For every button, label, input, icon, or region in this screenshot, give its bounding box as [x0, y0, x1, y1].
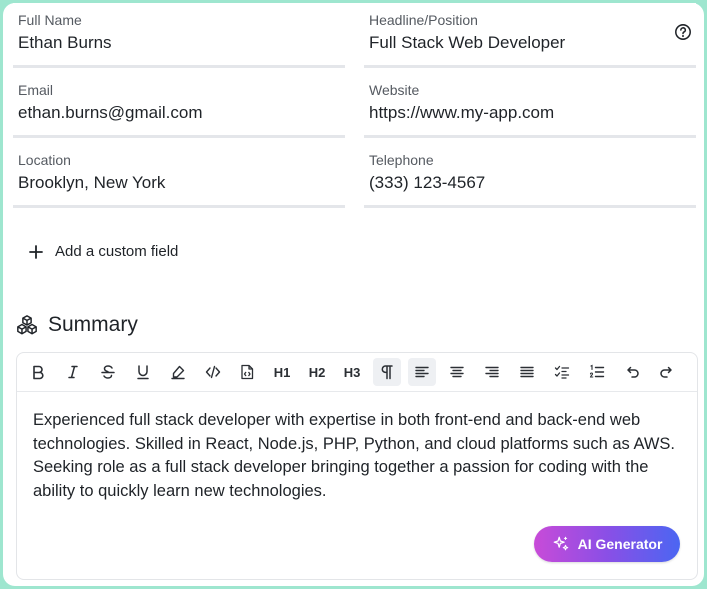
undo-icon — [627, 366, 639, 378]
sparkles-icon — [553, 536, 568, 551]
location-value[interactable]: Brooklyn, New York — [18, 173, 165, 193]
plus-icon — [29, 244, 43, 259]
bold-icon — [33, 365, 44, 380]
underline-button[interactable] — [129, 358, 157, 386]
website-field[interactable]: Website https://www.my-app.com — [364, 73, 696, 138]
editor-toolbar: H1 H2 H3 — [17, 353, 697, 392]
ai-generator-button[interactable]: AI Generator — [534, 526, 680, 562]
code-block-button[interactable] — [233, 358, 261, 386]
bold-button[interactable] — [24, 358, 52, 386]
ordered-list-icon — [589, 364, 605, 378]
headline-value[interactable]: Full Stack Web Developer — [369, 33, 565, 53]
location-field[interactable]: Location Brooklyn, New York — [13, 143, 345, 208]
telephone-value[interactable]: (333) 123-4567 — [369, 173, 485, 193]
email-field[interactable]: Email ethan.burns@gmail.com — [13, 73, 345, 138]
align-left-icon — [415, 366, 429, 378]
heading1-button[interactable]: H1 — [268, 358, 296, 386]
telephone-field[interactable]: Telephone (333) 123-4567 — [364, 143, 696, 208]
align-right-button[interactable] — [478, 358, 506, 386]
underline-icon — [137, 365, 149, 380]
checklist-icon — [554, 365, 570, 379]
cubes-icon — [17, 315, 37, 335]
headline-field[interactable]: Headline/Position Full Stack Web Develop… — [364, 3, 696, 68]
ai-generator-label: AI Generator — [577, 536, 663, 552]
strikethrough-button[interactable] — [94, 358, 122, 386]
full-name-label: Full Name — [18, 12, 82, 28]
summary-title: Summary — [48, 313, 138, 336]
italic-icon — [68, 365, 78, 379]
website-label: Website — [369, 82, 420, 98]
personal-info-card: Full Name Ethan Burns Headline/Position … — [3, 3, 704, 586]
task-list-button[interactable] — [548, 358, 576, 386]
inline-code-button[interactable] — [199, 358, 227, 386]
full-name-field[interactable]: Full Name Ethan Burns — [13, 3, 345, 68]
redo-button[interactable] — [653, 358, 681, 386]
summary-editor[interactable]: H1 H2 H3 Experienced full stack develope… — [16, 352, 698, 580]
website-value[interactable]: https://www.my-app.com — [369, 103, 554, 123]
summary-text[interactable]: Experienced full stack developer with ex… — [33, 409, 683, 504]
email-label: Email — [18, 82, 54, 98]
align-center-icon — [450, 366, 464, 378]
help-circle-icon[interactable] — [674, 23, 692, 41]
headline-label: Headline/Position — [369, 12, 478, 28]
add-custom-field-label: Add a custom field — [55, 243, 179, 260]
code-icon — [205, 365, 221, 379]
align-justify-button[interactable] — [513, 358, 541, 386]
full-name-value[interactable]: Ethan Burns — [18, 33, 112, 53]
undo-button[interactable] — [618, 358, 646, 386]
highlight-button[interactable] — [164, 358, 192, 386]
summary-heading: Summary — [16, 313, 138, 337]
highlighter-icon — [171, 365, 185, 380]
paragraph-button[interactable] — [373, 358, 401, 386]
add-custom-field-button[interactable]: Add a custom field — [29, 243, 178, 260]
code-file-icon — [241, 364, 254, 380]
ordered-list-button[interactable] — [583, 358, 611, 386]
align-center-button[interactable] — [443, 358, 471, 386]
pilcrow-icon — [381, 365, 393, 380]
italic-button[interactable] — [59, 358, 87, 386]
email-value[interactable]: ethan.burns@gmail.com — [18, 103, 203, 123]
redo-icon — [660, 366, 672, 378]
telephone-label: Telephone — [369, 152, 434, 168]
strikethrough-icon — [101, 365, 115, 379]
align-right-icon — [485, 366, 499, 378]
location-label: Location — [18, 152, 71, 168]
heading3-button[interactable]: H3 — [338, 358, 366, 386]
align-justify-icon — [520, 366, 534, 378]
heading2-button[interactable]: H2 — [303, 358, 331, 386]
align-left-button[interactable] — [408, 358, 436, 386]
